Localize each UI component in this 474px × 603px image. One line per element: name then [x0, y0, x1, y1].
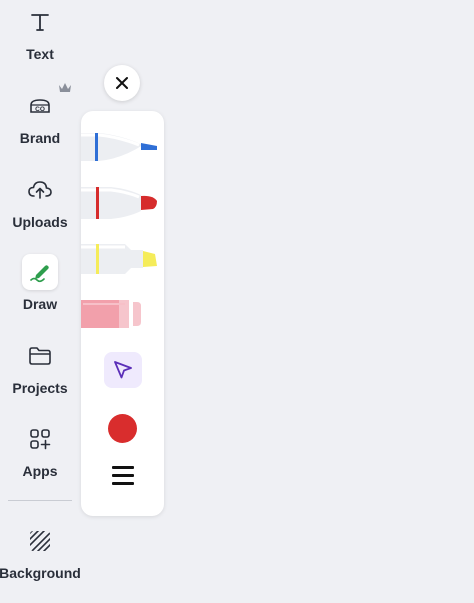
sidebar-item-projects[interactable]: Projects — [0, 338, 80, 418]
sidebar: Text CO Brand Uploads Draw Projects Apps… — [0, 0, 81, 590]
sidebar-item-label: Background — [0, 565, 81, 581]
eraser-tool[interactable] — [81, 298, 159, 330]
sidebar-item-background[interactable]: Background — [0, 523, 81, 603]
menu-button[interactable] — [112, 466, 134, 486]
sidebar-item-label: Apps — [22, 463, 58, 479]
svg-text:CO: CO — [35, 106, 45, 113]
highlighter-tool[interactable] — [81, 242, 159, 276]
sidebar-item-label: Projects — [12, 380, 68, 396]
sidebar-item-apps[interactable]: Apps — [0, 421, 80, 501]
sidebar-item-label: Brand — [19, 130, 61, 146]
folder-icon — [22, 338, 58, 374]
crown-icon — [59, 83, 71, 92]
sidebar-item-uploads[interactable]: Uploads — [0, 172, 80, 252]
sidebar-item-label: Draw — [22, 296, 58, 312]
select-tool-button[interactable] — [104, 352, 142, 388]
brand-icon: CO — [22, 83, 71, 124]
close-button[interactable] — [104, 65, 140, 101]
pen-tool[interactable] — [81, 129, 159, 167]
draw-tools-panel — [81, 111, 164, 516]
cursor-arrow-icon — [114, 361, 132, 379]
background-icon — [22, 523, 58, 559]
sidebar-item-label: Uploads — [12, 214, 68, 230]
close-icon — [116, 77, 128, 89]
sidebar-divider — [8, 500, 72, 501]
menu-icon — [112, 466, 134, 469]
marker-tool[interactable] — [81, 185, 159, 221]
sidebar-item-draw[interactable]: Draw — [0, 254, 80, 334]
apps-icon — [22, 421, 58, 457]
text-icon — [22, 4, 58, 40]
sidebar-item-text[interactable]: Text — [0, 4, 80, 84]
upload-cloud-icon — [22, 172, 58, 208]
color-swatch-button[interactable] — [108, 414, 137, 443]
sidebar-item-label: Text — [26, 46, 54, 62]
sidebar-item-brand[interactable]: CO Brand — [0, 83, 80, 168]
draw-icon — [22, 254, 58, 290]
